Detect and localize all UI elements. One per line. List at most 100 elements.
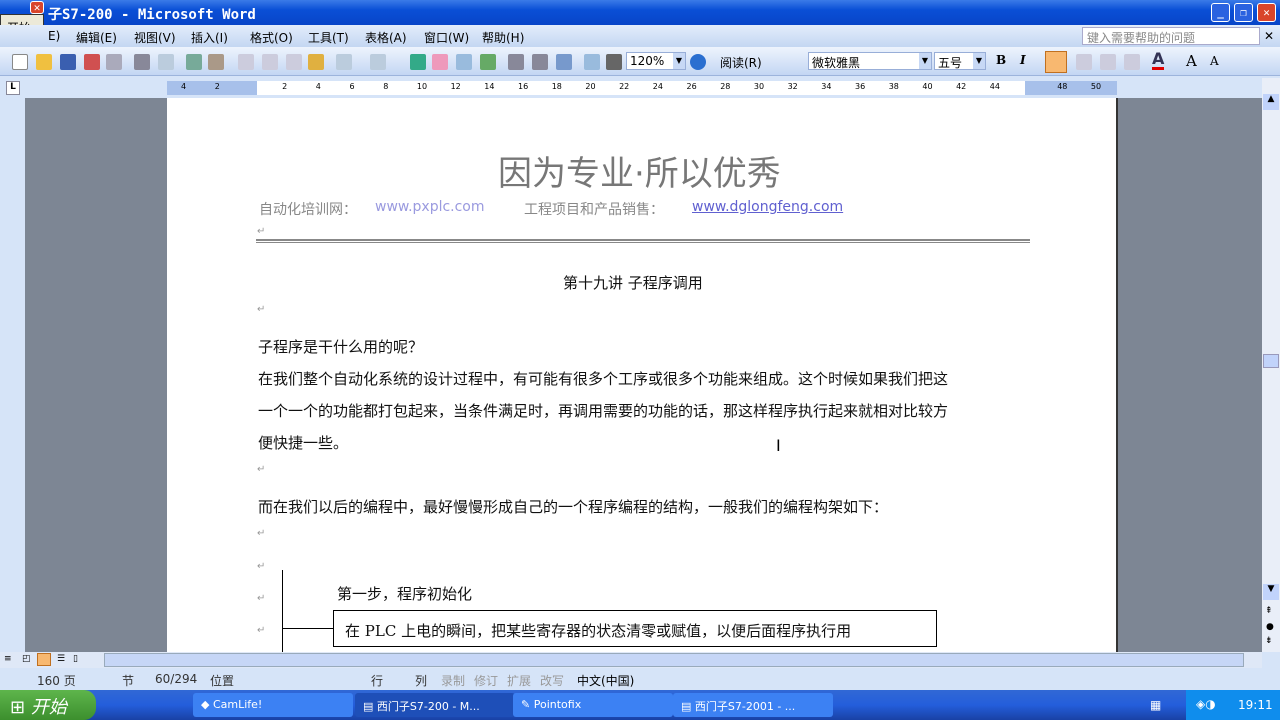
ruler-tick-label: 44 <box>989 82 1000 91</box>
horizontal-scroll-thumb[interactable] <box>104 653 1244 667</box>
email-icon[interactable] <box>106 54 122 70</box>
shrink-font-icon[interactable]: A <box>1210 54 1219 68</box>
font-size-value: 五号 <box>938 56 963 70</box>
spelling-icon[interactable] <box>186 54 202 70</box>
start-button[interactable]: ⊞ 开始 <box>0 690 96 720</box>
open-icon[interactable] <box>36 54 52 70</box>
redo-icon[interactable] <box>370 54 386 70</box>
indent-icon[interactable] <box>1124 54 1140 70</box>
close-doc-icon[interactable]: ✕ <box>1264 29 1274 43</box>
start-label: 开始 <box>30 697 67 718</box>
insert-table-icon[interactable] <box>456 54 472 70</box>
numbering-icon[interactable] <box>1076 54 1092 70</box>
help-icon[interactable] <box>690 54 706 70</box>
tables-borders-icon[interactable] <box>432 54 448 70</box>
copy-icon[interactable] <box>262 54 278 70</box>
task-word-s7-200[interactable]: ▤ 西门子S7-200 - M... <box>355 693 515 717</box>
menu-file[interactable]: E) <box>48 29 60 43</box>
thumbnails-icon[interactable] <box>584 54 600 70</box>
cut-icon[interactable] <box>238 54 254 70</box>
font-select[interactable]: 微软雅黑 ▼ <box>808 52 932 70</box>
research-icon[interactable] <box>208 54 224 70</box>
status-track-changes[interactable]: 修订 <box>474 672 498 689</box>
windows-logo-icon: ⊞ <box>10 697 26 718</box>
paragraph-2: 而在我们以后的编程中，最好慢慢形成自己的一个程序编程的结构，一般我们的编程构架如… <box>258 498 889 516</box>
font-size-select[interactable]: 五号 ▼ <box>934 52 986 70</box>
previous-page-icon[interactable]: ⇞ <box>1265 606 1273 616</box>
status-extend[interactable]: 扩展 <box>507 672 531 689</box>
columns-icon[interactable] <box>508 54 524 70</box>
bold-button[interactable]: B <box>996 53 1006 67</box>
status-overtype[interactable]: 改写 <box>540 672 564 689</box>
insert-excel-icon[interactable] <box>480 54 496 70</box>
task-camlife[interactable]: ◆ CamLife! <box>193 693 353 717</box>
status-record[interactable]: 录制 <box>441 672 465 689</box>
horizontal-scrollbar[interactable]: ≡ ◰ ☰ ▯ <box>0 652 1262 668</box>
web-view-icon[interactable]: ◰ <box>22 654 31 664</box>
menu-help[interactable]: 帮助(H) <box>482 29 524 46</box>
minimize-button[interactable]: _ <box>1211 3 1230 22</box>
paragraph-mark-icon: ↵ <box>257 561 266 572</box>
ruler-tick-label: 2 <box>214 82 220 91</box>
show-marks-icon[interactable] <box>606 54 622 70</box>
font-color-icon[interactable]: A <box>1152 51 1165 70</box>
ruler-tick-label: 30 <box>753 82 765 91</box>
new-icon[interactable] <box>12 54 28 70</box>
select-browse-object-icon[interactable]: ● <box>1266 622 1274 632</box>
scroll-thumb[interactable] <box>1263 354 1279 368</box>
restore-button[interactable]: ❐ <box>1234 3 1253 22</box>
undo-icon[interactable] <box>336 54 352 70</box>
format-painter-icon[interactable] <box>308 54 324 70</box>
tray-icons[interactable]: ◈◑ <box>1196 697 1216 711</box>
menu-tools[interactable]: 工具(T) <box>308 29 349 46</box>
print-preview-icon[interactable] <box>158 54 174 70</box>
ruler-tick-label: 40 <box>922 82 933 91</box>
next-page-icon[interactable]: ⇟ <box>1265 636 1273 646</box>
save-icon[interactable] <box>60 54 76 70</box>
scroll-up-icon[interactable]: ▲ <box>1263 94 1279 110</box>
drawing-icon[interactable] <box>532 54 548 70</box>
header-left-link[interactable]: www.pxplc.com <box>375 199 485 215</box>
paragraph-mark-icon: ↵ <box>257 226 266 237</box>
keyboard-icon[interactable]: ▦ <box>1150 698 1161 712</box>
menu-insert[interactable]: 插入(I) <box>191 29 228 46</box>
zoom-select[interactable]: 120% ▼ <box>626 52 686 70</box>
lecture-heading: 第十九讲 子程序调用 <box>563 274 703 292</box>
menu-window[interactable]: 窗口(W) <box>424 29 469 46</box>
scroll-down-icon[interactable]: ▼ <box>1263 584 1279 600</box>
paste-icon[interactable] <box>286 54 302 70</box>
menu-edit[interactable]: 编辑(E) <box>76 29 117 46</box>
menu-format[interactable]: 格式(O) <box>250 29 293 46</box>
print-icon[interactable] <box>134 54 150 70</box>
ruler-tick-label: 48 <box>1057 82 1068 91</box>
normal-view-icon[interactable]: ≡ <box>4 654 12 664</box>
ruler-strip[interactable]: 4 2 2 4 6 8 10 12 14 16 18 20 22 24 26 28 30 32 34 36 38 40 42… <box>167 81 1117 95</box>
document-page[interactable]: 因为专业·所以优秀 自动化培训网： www.pxplc.com 工程项目和产品销… <box>167 98 1118 652</box>
task-label: 西门子S7-200 - M... <box>376 700 480 713</box>
popup-close-icon[interactable]: ✕ <box>30 1 44 14</box>
ruler-tick-label: 2 <box>282 82 288 91</box>
italic-button[interactable]: I <box>1020 53 1026 67</box>
print-view-icon[interactable] <box>37 653 51 666</box>
outline-view-icon[interactable]: ☰ <box>57 654 65 664</box>
task-label: CamLife! <box>212 698 263 711</box>
close-button[interactable]: ✕ <box>1257 3 1276 22</box>
menu-view[interactable]: 视图(V) <box>134 29 176 46</box>
clock: 19:11 <box>1238 698 1273 712</box>
bullets-icon[interactable] <box>1100 54 1116 70</box>
permission-icon[interactable] <box>84 54 100 70</box>
help-search-input[interactable]: 键入需要帮助的问题 <box>1082 27 1260 45</box>
menu-table[interactable]: 表格(A) <box>365 29 407 46</box>
document-map-icon[interactable] <box>556 54 572 70</box>
grow-font-icon[interactable]: A <box>1186 52 1197 70</box>
vertical-scrollbar[interactable]: ▲ ▼ ⇞ ● ⇟ <box>1262 78 1280 652</box>
header-right-link[interactable]: www.dglongfeng.com <box>692 199 843 215</box>
task-pointofix[interactable]: ✎ Pointofix <box>513 693 673 717</box>
align-center-button[interactable] <box>1045 51 1067 73</box>
ruler-tick-label: 22 <box>619 82 630 91</box>
tab-stop-selector[interactable]: L <box>6 81 20 95</box>
task-word-s7-2001[interactable]: ▤ 西门子S7-2001 - ... <box>673 693 833 717</box>
reading-view-icon[interactable]: ▯ <box>73 654 78 664</box>
read-button[interactable]: 阅读(R) <box>720 54 762 71</box>
hyperlink-icon[interactable] <box>410 54 426 70</box>
